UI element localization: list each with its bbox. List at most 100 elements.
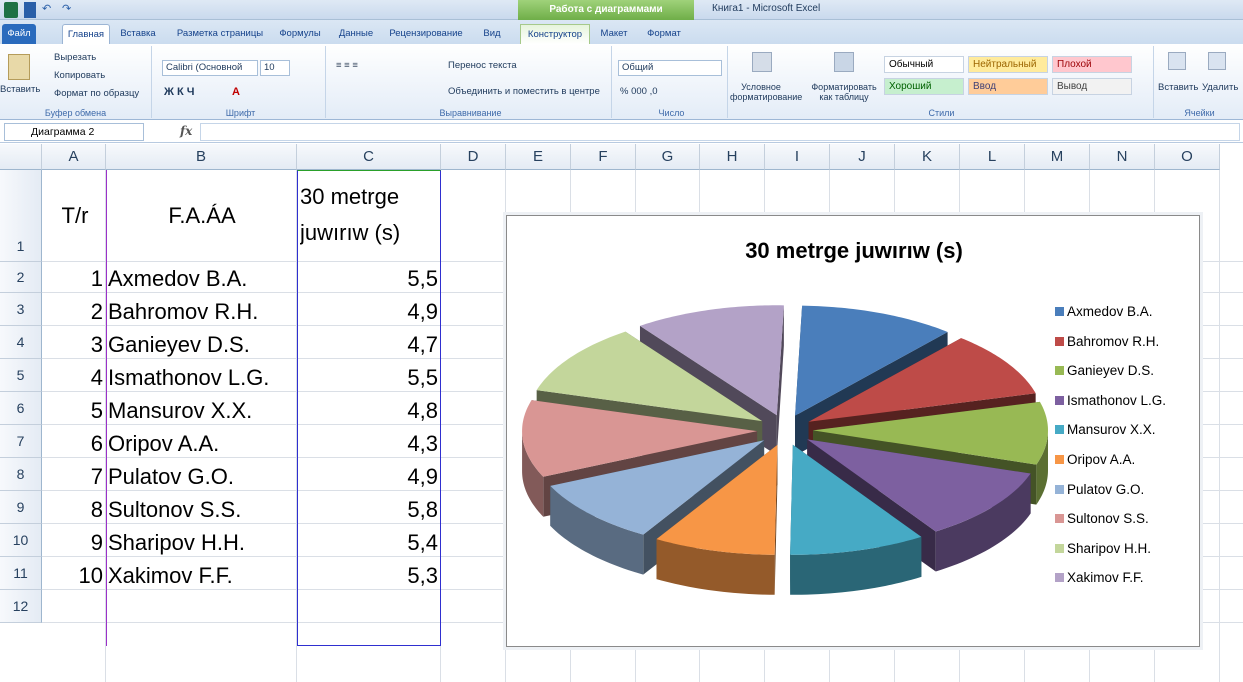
tab-page-layout[interactable]: Разметка страницы xyxy=(170,24,270,44)
cell-row-number[interactable]: 5 xyxy=(42,395,106,426)
font-name-select[interactable]: Calibri (Основной xyxy=(162,60,258,76)
insert-function-icon[interactable]: fx xyxy=(180,124,192,138)
tab-insert[interactable]: Вставка xyxy=(118,24,158,44)
legend-item[interactable]: Ganieyev D.S. xyxy=(1055,363,1166,393)
undo-icon[interactable]: ↶ xyxy=(42,2,54,18)
tab-view[interactable]: Вид xyxy=(474,24,510,44)
merge-center-button[interactable]: Объединить и поместить в центре xyxy=(448,86,600,97)
tab-layout[interactable]: Макет xyxy=(596,24,632,44)
tab-data[interactable]: Данные xyxy=(334,24,378,44)
row-header-1[interactable]: 1 xyxy=(0,170,42,262)
legend-swatch xyxy=(1055,336,1064,346)
font-color-button[interactable]: A xyxy=(232,86,240,98)
save-icon[interactable] xyxy=(24,2,36,18)
legend-item[interactable]: Ismathonov L.G. xyxy=(1055,393,1166,423)
style-input[interactable]: Ввод xyxy=(968,78,1048,95)
row-header-6[interactable]: 6 xyxy=(0,392,42,425)
legend-item[interactable]: Xakimov F.F. xyxy=(1055,570,1166,600)
format-as-table-button[interactable]: Форматировать как таблицу xyxy=(808,82,880,102)
delete-cells-icon[interactable] xyxy=(1208,52,1226,70)
tab-home[interactable]: Главная xyxy=(62,24,110,44)
cell-row-number[interactable]: 8 xyxy=(42,494,106,525)
tab-file[interactable]: Файл xyxy=(2,24,36,44)
row-header-4[interactable]: 4 xyxy=(0,326,42,359)
select-all-corner[interactable] xyxy=(0,144,42,170)
column-header-k[interactable]: K xyxy=(895,144,960,170)
tab-design[interactable]: Конструктор xyxy=(520,24,590,44)
cell-row-number[interactable]: 2 xyxy=(42,296,106,327)
formula-input[interactable] xyxy=(200,123,1240,141)
style-bad[interactable]: Плохой xyxy=(1052,56,1132,73)
bold-italic-underline-buttons[interactable]: Ж К Ч xyxy=(164,86,195,98)
column-header-m[interactable]: M xyxy=(1025,144,1090,170)
cell-row-number[interactable]: 4 xyxy=(42,362,106,393)
legend-item[interactable]: Mansurov X.X. xyxy=(1055,422,1166,452)
column-header-e[interactable]: E xyxy=(506,144,571,170)
legend-item[interactable]: Sharipov H.H. xyxy=(1055,541,1166,571)
cell-row-number[interactable]: 9 xyxy=(42,527,106,558)
cut-button[interactable]: Вырезать xyxy=(54,52,96,63)
column-header-f[interactable]: F xyxy=(571,144,636,170)
row-header-5[interactable]: 5 xyxy=(0,359,42,392)
row-header-8[interactable]: 8 xyxy=(0,458,42,491)
format-painter-button[interactable]: Формат по образцу xyxy=(54,88,139,99)
insert-cells-icon[interactable] xyxy=(1168,52,1186,70)
legend-item[interactable]: Oripov A.A. xyxy=(1055,452,1166,482)
style-neutral[interactable]: Нейтральный xyxy=(968,56,1048,73)
tab-format[interactable]: Формат xyxy=(640,24,688,44)
gridline xyxy=(1219,170,1220,682)
column-header-o[interactable]: O xyxy=(1155,144,1220,170)
delete-cells-button[interactable]: Удалить xyxy=(1202,82,1238,93)
name-box[interactable]: Диаграмма 2 xyxy=(4,123,144,141)
legend-item[interactable]: Sultonov S.S. xyxy=(1055,511,1166,541)
cell-row-number[interactable]: 6 xyxy=(42,428,106,459)
style-normal[interactable]: Обычный xyxy=(884,56,964,73)
copy-button[interactable]: Копировать xyxy=(54,70,105,81)
row-header-3[interactable]: 3 xyxy=(0,293,42,326)
column-header-b[interactable]: B xyxy=(106,144,297,170)
column-header-j[interactable]: J xyxy=(830,144,895,170)
tab-formulas[interactable]: Формулы xyxy=(276,24,324,44)
wrap-text-button[interactable]: Перенос текста xyxy=(448,60,517,71)
column-header-i[interactable]: I xyxy=(765,144,830,170)
number-format-select[interactable]: Общий xyxy=(618,60,722,76)
format-as-table-icon[interactable] xyxy=(834,52,854,72)
align-icons[interactable]: ≡ ≡ ≡ xyxy=(336,60,358,71)
column-header-h[interactable]: H xyxy=(700,144,765,170)
column-header-d[interactable]: D xyxy=(441,144,506,170)
cell-row-number[interactable]: 3 xyxy=(42,329,106,360)
ribbon-tabs: Файл Главная Вставка Разметка страницы Ф… xyxy=(0,20,1243,44)
header-cell-a1[interactable]: T/r xyxy=(44,170,106,262)
font-size-select[interactable]: 10 xyxy=(260,60,290,76)
tab-review[interactable]: Рецензирование xyxy=(384,24,468,44)
style-output[interactable]: Вывод xyxy=(1052,78,1132,95)
pie-chart[interactable]: 30 metrge juwırıw (s) Axmedov B.A. Bahrom… xyxy=(506,215,1200,647)
column-header-n[interactable]: N xyxy=(1090,144,1155,170)
legend-item[interactable]: Bahromov R.H. xyxy=(1055,334,1166,364)
redo-icon[interactable]: ↷ xyxy=(62,2,74,18)
cell-row-number[interactable]: 1 xyxy=(42,263,106,294)
row-header-11[interactable]: 11 xyxy=(0,557,42,590)
chart-legend: Axmedov B.A. Bahromov R.H. Ganieyev D.S. Is… xyxy=(1055,304,1166,600)
percent-comma-icons[interactable]: % 000 ,0 xyxy=(620,86,658,97)
column-header-a[interactable]: A xyxy=(42,144,106,170)
style-good[interactable]: Хороший xyxy=(884,78,964,95)
row-header-12[interactable]: 12 xyxy=(0,590,42,623)
row-header-9[interactable]: 9 xyxy=(0,491,42,524)
row-header-2[interactable]: 2 xyxy=(0,262,42,293)
insert-cells-button[interactable]: Вставить xyxy=(1158,82,1198,93)
column-header-g[interactable]: G xyxy=(636,144,700,170)
row-header-7[interactable]: 7 xyxy=(0,425,42,458)
row-header-10[interactable]: 10 xyxy=(0,524,42,557)
legend-item[interactable]: Axmedov B.A. xyxy=(1055,304,1166,334)
conditional-format-icon[interactable] xyxy=(752,52,772,72)
font-group: Calibri (Основной 10 Ж К Ч A Шрифт xyxy=(156,46,326,118)
paste-button[interactable]: Вставить xyxy=(0,84,40,95)
cell-row-number[interactable]: 10 xyxy=(42,560,106,591)
legend-item[interactable]: Pulatov G.O. xyxy=(1055,482,1166,512)
conditional-format-button[interactable]: Условное форматирование xyxy=(730,82,802,102)
column-header-c[interactable]: C xyxy=(297,144,441,170)
cell-row-number[interactable]: 7 xyxy=(42,461,106,492)
paste-icon[interactable] xyxy=(8,54,30,80)
column-header-l[interactable]: L xyxy=(960,144,1025,170)
